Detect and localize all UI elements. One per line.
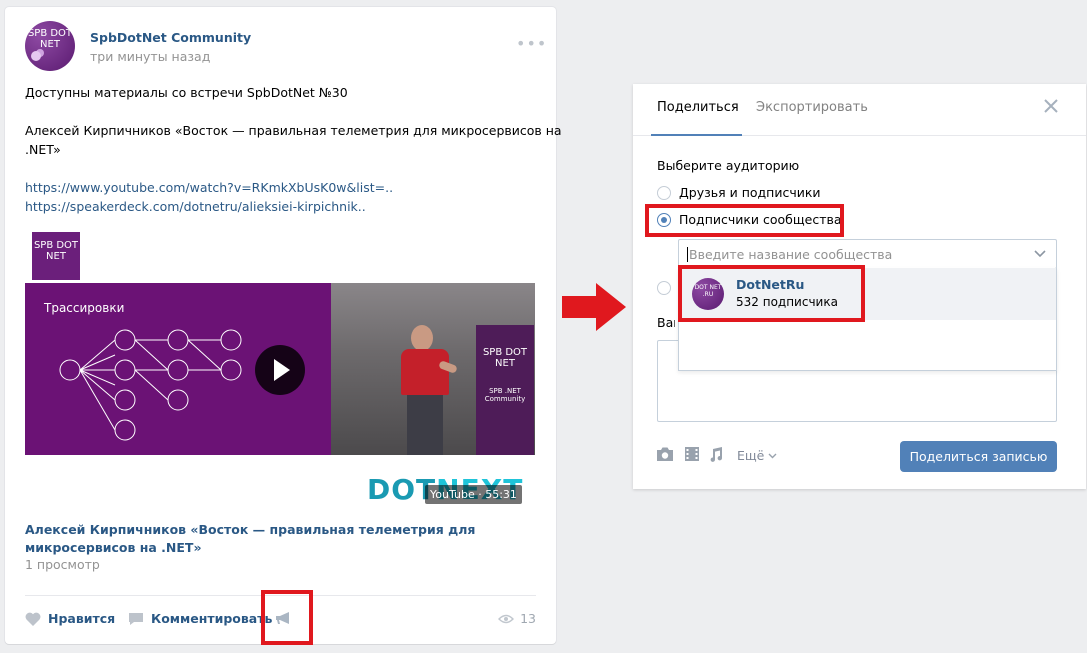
banner-sub: SPB .NET Community xyxy=(484,387,526,403)
radio-circle[interactable] xyxy=(657,281,671,295)
speaker-figure xyxy=(401,325,458,455)
speakerdeck-link[interactable]: https://speakerdeck.com/dotnetru/alieksi… xyxy=(25,199,366,214)
post-card: SPB DOT NET SpbDotNet Community три мину… xyxy=(5,7,562,644)
post-text-line: Доступны материалы со встречи SpbDotNet … xyxy=(25,85,348,100)
speaker-photo: SPB DOT NET SPB .NET Community xyxy=(331,283,535,455)
more-attachments-button[interactable]: Ещё xyxy=(737,448,777,463)
youtube-link[interactable]: https://www.youtube.com/watch?v=RKmkXbUs… xyxy=(25,180,393,195)
more-label: Ещё xyxy=(737,448,765,463)
radio-friends[interactable]: Друзья и подписчики xyxy=(657,185,821,200)
radio-private-message[interactable] xyxy=(657,281,671,295)
radio-label: Друзья и подписчики xyxy=(679,185,821,200)
banner-text: SPB DOT NET xyxy=(482,347,528,369)
camera-icon[interactable] xyxy=(656,446,674,462)
community-option-highlight-box xyxy=(645,204,844,237)
like-button[interactable]: Нравится xyxy=(25,611,115,626)
community-avatar[interactable]: SPB DOT NET xyxy=(25,21,75,71)
arrow-right-icon xyxy=(562,283,626,331)
music-icon[interactable] xyxy=(709,446,723,462)
share-highlight-box xyxy=(261,590,313,645)
view-count: 13 xyxy=(520,611,536,626)
chevron-down-icon xyxy=(768,453,777,458)
tab-share[interactable]: Поделиться xyxy=(657,100,739,115)
tab-export[interactable]: Экспортировать xyxy=(756,100,868,115)
suggestion-highlight-box xyxy=(678,265,865,322)
post-text-line: Алексей Кирпичников «Восток — правильная… xyxy=(25,123,562,138)
post-time[interactable]: три минуты назад xyxy=(90,49,210,64)
post-author[interactable]: SpbDotNet Community xyxy=(90,30,251,45)
flower-icon xyxy=(31,51,41,61)
video-views: 1 просмотр xyxy=(25,557,100,572)
play-icon[interactable] xyxy=(255,345,305,395)
community-banner: SPB DOT NET SPB .NET Community xyxy=(476,325,534,455)
eye-icon xyxy=(498,614,515,623)
video-duration-badge: YouTube · 55:31 xyxy=(425,485,522,504)
like-label: Нравится xyxy=(48,611,116,626)
video-icon[interactable] xyxy=(684,446,700,462)
comment-label: Комментировать xyxy=(151,611,273,626)
share-post-button[interactable]: Поделиться записью xyxy=(900,441,1057,472)
heart-icon xyxy=(25,612,41,626)
dialog-tabs: Поделиться Экспортировать xyxy=(633,84,1086,136)
community-placeholder: Введите название сообщества xyxy=(689,247,893,262)
video-title-link[interactable]: Алексей Кирпичников «Восток — правильная… xyxy=(25,521,515,557)
avatar-text: SPB DOT NET xyxy=(27,28,73,50)
message-label: Ваш xyxy=(657,315,675,330)
comment-icon xyxy=(129,612,143,625)
comment-button[interactable]: Комментировать xyxy=(128,611,272,626)
close-icon[interactable] xyxy=(1043,98,1059,114)
post-text-line: .NET» xyxy=(25,142,61,157)
views-counter: 13 xyxy=(498,611,536,626)
spbdotnet-logo: SPB DOT NET xyxy=(32,232,80,280)
active-tab-indicator xyxy=(651,134,742,136)
radio-circle[interactable] xyxy=(657,185,671,200)
more-options-icon[interactable]: ••• xyxy=(516,34,547,53)
video-thumbnail[interactable]: Трассировки SPB DOT NET SPB .NET Communi… xyxy=(25,283,535,455)
chevron-down-icon[interactable] xyxy=(1034,250,1046,258)
audience-title: Выберите аудиторию xyxy=(657,158,800,173)
text-caret xyxy=(687,247,688,262)
